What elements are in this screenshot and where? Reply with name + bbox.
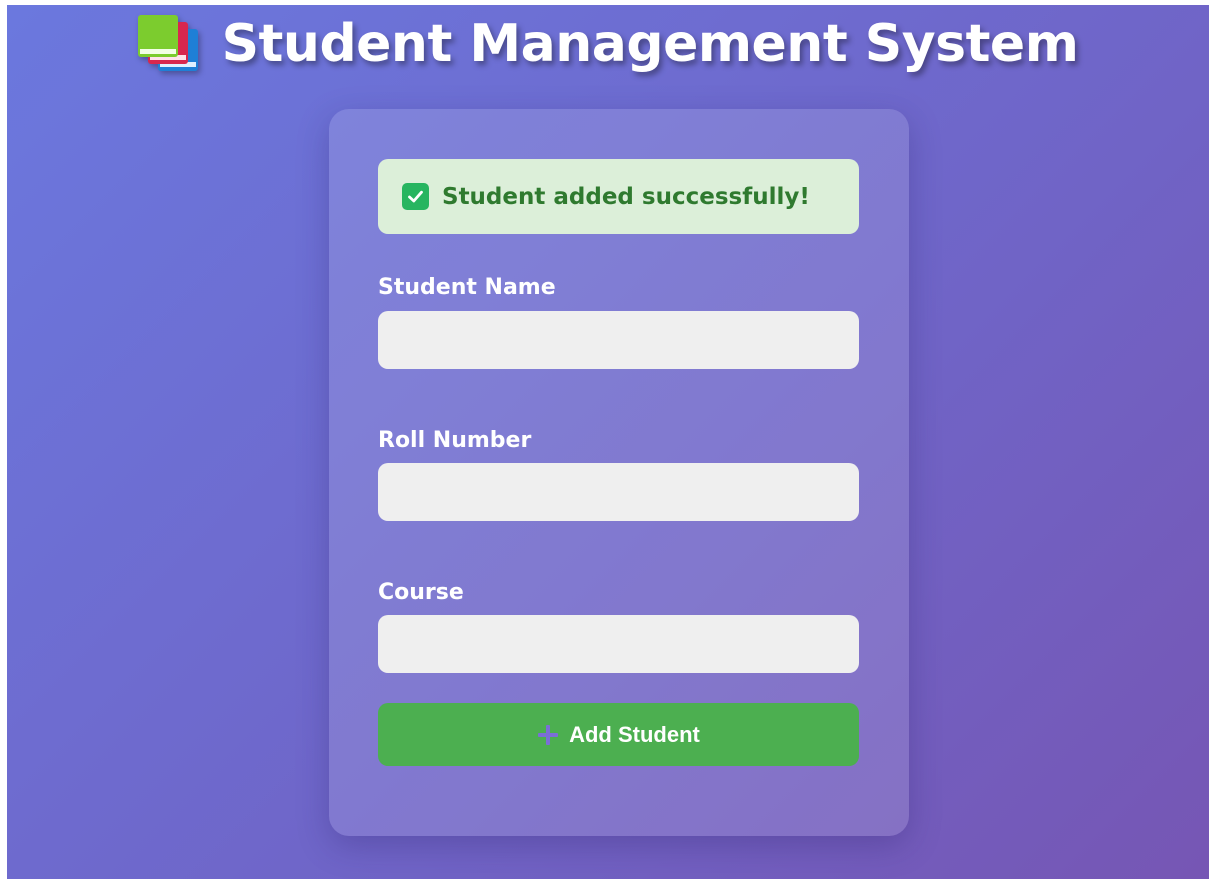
plus-icon [537,724,559,746]
books-icon [137,15,200,73]
success-alert: Student added successfully! [378,159,859,234]
student-form-card: Student added successfully! Student Name… [329,109,909,836]
student-name-input[interactable] [378,311,859,369]
course-label: Course [378,580,464,605]
page-header: Student Management System [7,5,1209,83]
add-student-button[interactable]: Add Student [378,703,859,766]
student-name-label: Student Name [378,275,556,300]
roll-number-input[interactable] [378,463,859,521]
app-page: Student Management System Student added … [7,5,1209,879]
roll-number-label: Roll Number [378,428,532,453]
check-icon [402,183,429,210]
add-student-label: Add Student [569,721,700,747]
page-title: Student Management System [221,14,1079,74]
course-input[interactable] [378,615,859,673]
success-message: Student added successfully! [442,183,810,210]
